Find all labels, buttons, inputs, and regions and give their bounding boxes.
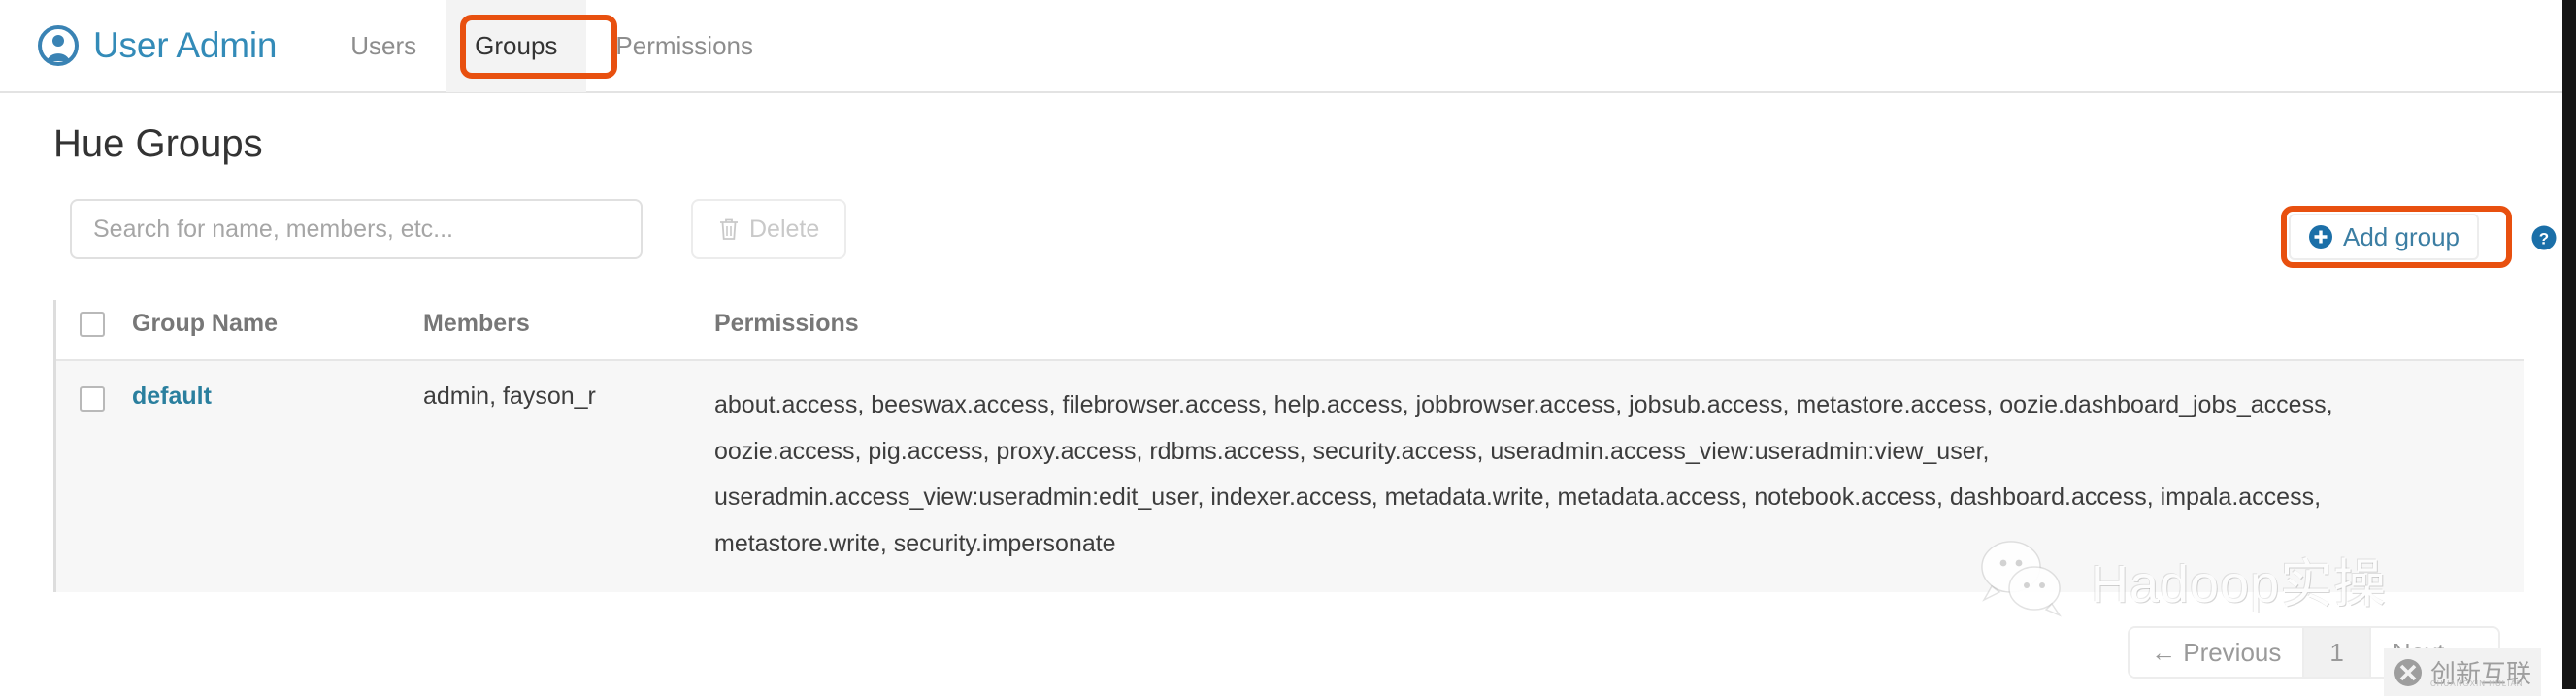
add-group-button[interactable]: Add group	[2289, 214, 2479, 260]
pagination-previous[interactable]: ← Previous	[2130, 628, 2303, 677]
pagination: ← Previous 1 Next →	[2128, 626, 2500, 679]
table-row[interactable]: default admin, fayson_r about.access, be…	[56, 360, 2524, 592]
table-header-row: Group Name Members Permissions	[56, 300, 2524, 361]
page-content: Hue Groups Delete Group Name Members Per…	[0, 93, 2576, 592]
select-all-header	[56, 300, 132, 361]
watermark-chuangxin-subtext: CHUANGXIN HULIAN	[2430, 679, 2524, 688]
brand-title: User Admin	[93, 25, 278, 65]
table-body: default admin, fayson_r about.access, be…	[56, 360, 2524, 592]
tab-users[interactable]: Users	[321, 0, 446, 92]
group-name-link[interactable]: default	[132, 382, 212, 410]
column-header-permissions[interactable]: Permissions	[714, 300, 2524, 361]
right-edge-strip	[2562, 0, 2576, 689]
delete-button-label: Delete	[749, 215, 820, 243]
row-select-cell	[56, 360, 132, 592]
select-all-checkbox[interactable]	[80, 311, 105, 337]
pagination-page-1[interactable]: 1	[2302, 628, 2369, 677]
add-group-button-label: Add group	[2343, 221, 2460, 251]
user-circle-icon	[38, 25, 79, 66]
page-title: Hue Groups	[53, 122, 263, 165]
cell-members: admin, fayson_r	[423, 360, 714, 592]
cell-permissions: about.access, beeswax.access, filebrowse…	[714, 360, 2524, 592]
table-header: Group Name Members Permissions	[56, 300, 2524, 361]
row-checkbox[interactable]	[80, 386, 105, 412]
plus-circle-icon	[2309, 225, 2332, 249]
delete-button[interactable]: Delete	[691, 199, 847, 259]
cell-group-name: default	[132, 360, 423, 592]
svg-text:?: ?	[2539, 230, 2549, 249]
column-header-group-name[interactable]: Group Name	[132, 300, 423, 361]
top-navbar: User Admin Users Groups Permissions	[0, 0, 2576, 93]
column-header-members[interactable]: Members	[423, 300, 714, 361]
pagination-next[interactable]: Next →	[2368, 628, 2498, 677]
groups-table: Group Name Members Permissions default a…	[56, 300, 2524, 592]
trash-icon	[720, 218, 738, 240]
search-input[interactable]	[70, 199, 643, 259]
toolbar: Delete	[0, 199, 2576, 267]
tab-permissions[interactable]: Permissions	[586, 0, 782, 92]
groups-table-container: Group Name Members Permissions default a…	[53, 300, 2524, 592]
nav-tabs: Users Groups Permissions	[321, 0, 782, 92]
question-circle-icon[interactable]: ?	[2531, 225, 2557, 250]
brand[interactable]: User Admin	[37, 24, 277, 67]
tab-groups[interactable]: Groups	[446, 0, 587, 92]
